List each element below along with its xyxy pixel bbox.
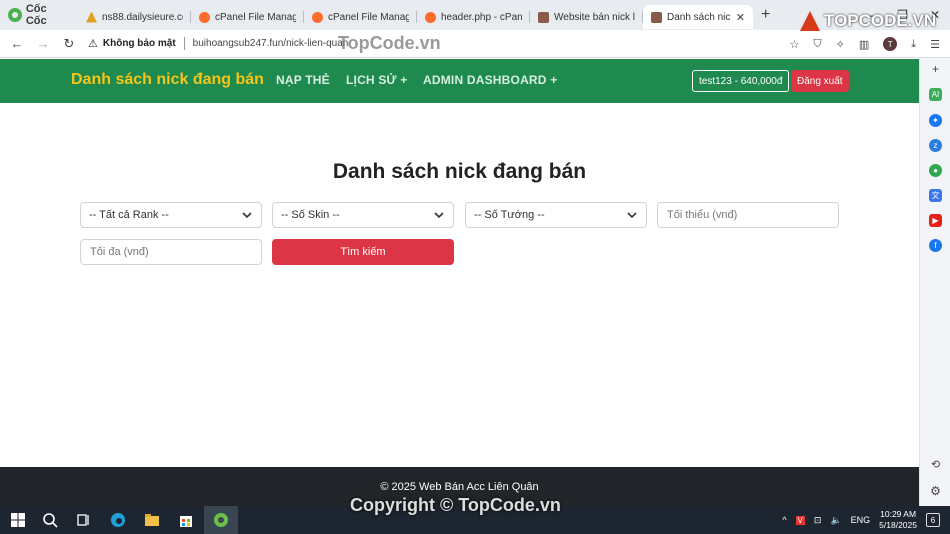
tab-cpanel-1[interactable]: cPanel File Manager	[191, 5, 304, 29]
new-tab-button[interactable]: +	[753, 6, 778, 24]
footer-text: © 2025 Web Bán Acc Liên Quân	[380, 480, 539, 493]
site-navbar: Danh sách nick đang bán NẠP THẺ LỊCH SỬ …	[0, 59, 919, 103]
rank-select[interactable]: -- Tất cả Rank --	[80, 202, 262, 228]
warning-icon[interactable]: ⚠	[88, 37, 98, 50]
language-indicator[interactable]: ENG	[851, 515, 871, 525]
translate-icon[interactable]: 文	[929, 189, 942, 202]
tab-title: cPanel File Manager	[328, 11, 409, 23]
antivirus-icon[interactable]: V	[795, 515, 805, 525]
settings-gear-icon[interactable]: ⚙	[929, 484, 942, 498]
task-view-icon[interactable]	[76, 512, 92, 528]
topcode-logo-icon	[800, 11, 820, 31]
web-page: Danh sách nick đang bán NẠP THẺ LỊCH SỬ …	[0, 59, 919, 506]
tab-title: Website bán nick liê	[554, 11, 635, 23]
coccoc-logo-icon	[8, 8, 22, 22]
watermark-bottom: Copyright © TopCode.vn	[350, 495, 561, 515]
tab-title: cPanel File Manager	[215, 11, 296, 23]
site-brand[interactable]: Danh sách nick đang bán	[71, 71, 264, 89]
cpanel-favicon-icon	[425, 11, 436, 23]
screen: Cốc Cốc ns88.dailysieure.com cPanel File…	[0, 0, 950, 534]
store-icon[interactable]	[178, 512, 194, 528]
topcode-logo-text: TOPCODE.VN	[824, 11, 937, 30]
tab-title: header.php - cPanel	[441, 11, 522, 23]
clock-time: 10:29 AM	[880, 509, 917, 519]
address-bar: ← → ↻ ⚠ Không bảo mật buihoangsub247.fun…	[0, 30, 950, 58]
tab-cpanel-2[interactable]: cPanel File Manager	[304, 5, 417, 29]
system-tray: ^ V ⊡ 🔈 ENG 10:29 AM 5/18/2025 6	[782, 506, 940, 534]
volume-icon[interactable]: 🔈	[830, 515, 841, 526]
user-balance-badge[interactable]: test123 - 640,000đ	[692, 70, 790, 92]
site-favicon-icon	[651, 11, 662, 23]
youtube-icon[interactable]: ▶	[929, 214, 942, 227]
hero-select[interactable]: -- Số Tướng --	[465, 202, 647, 228]
max-price-input[interactable]: Tối đa (vnđ)	[80, 239, 262, 265]
tab-title: ns88.dailysieure.com	[102, 11, 183, 23]
cpanel-favicon-icon	[199, 11, 210, 23]
facebook-icon[interactable]: f	[929, 239, 942, 252]
extensions-icon[interactable]: ✧	[836, 38, 845, 51]
back-icon[interactable]: ←	[4, 36, 30, 51]
sidebar-toggle-icon[interactable]: ▥	[859, 38, 869, 51]
shield-icon[interactable]: ⛉	[813, 38, 821, 51]
hero-select-value: -- Số Tướng --	[474, 209, 545, 221]
search-button[interactable]: Tìm kiếm	[272, 239, 454, 265]
coccoc-taskbar-item[interactable]	[204, 506, 238, 534]
tab-title: Danh sách nick	[667, 11, 731, 23]
browser-brand-label: Cốc Cốc	[25, 3, 47, 27]
nav-link-nap-the[interactable]: NẠP THẺ	[276, 73, 330, 87]
search-icon[interactable]	[42, 512, 58, 528]
watermark-top: TopCode.vn	[338, 33, 441, 53]
reload-icon[interactable]: ↻	[56, 36, 82, 52]
logout-button[interactable]: Đăng xuất	[791, 70, 849, 92]
tray-chevron-up-icon[interactable]: ^	[782, 515, 786, 525]
skin-select[interactable]: -- Số Skin --	[272, 202, 454, 228]
game-icon[interactable]: ●	[929, 164, 942, 177]
nav-link-admin-dashboard[interactable]: ADMIN DASHBOARD +	[423, 73, 557, 87]
tab-ns88[interactable]: ns88.dailysieure.com	[78, 5, 191, 29]
file-explorer-icon[interactable]	[144, 512, 160, 528]
history-icon[interactable]: ⟲	[929, 458, 942, 471]
tab-website[interactable]: Website bán nick liê	[530, 5, 643, 29]
edge-browser-icon[interactable]	[110, 512, 126, 528]
profile-avatar[interactable]: T	[883, 37, 898, 51]
download-icon[interactable]: ⤓	[911, 38, 916, 51]
messenger-icon[interactable]: ✦	[929, 114, 942, 127]
clock-date: 5/18/2025	[879, 520, 917, 530]
browser-right-sidebar: + AI ✦ z ● 文 ▶ f ⟲ ⚙	[919, 58, 950, 506]
divider	[183, 37, 185, 50]
coccoc-icon	[214, 513, 228, 527]
page-title: Danh sách nick đang bán	[332, 160, 587, 183]
chevron-down-icon	[242, 212, 252, 219]
max-price-placeholder: Tối đa (vnđ)	[90, 246, 149, 258]
url-text[interactable]: buihoangsub247.fun/nick-lien-quan	[193, 38, 349, 49]
min-price-placeholder: Tối thiểu (vnđ)	[667, 209, 738, 221]
min-price-input[interactable]: Tối thiểu (vnđ)	[657, 202, 839, 228]
chevron-down-icon	[434, 212, 444, 219]
forward-icon[interactable]: →	[30, 36, 56, 51]
nav-link-lich-su[interactable]: LỊCH SỬ +	[346, 73, 407, 87]
notification-center-icon[interactable]: 6	[926, 513, 940, 527]
cpanel-favicon-icon	[312, 11, 323, 23]
clock[interactable]: 10:29 AM 5/18/2025	[879, 509, 917, 531]
security-label: Không bảo mật	[102, 38, 176, 49]
rank-select-value: -- Tất cả Rank --	[89, 209, 169, 221]
menu-icon[interactable]: ☰	[930, 38, 940, 51]
tab-header-php[interactable]: header.php - cPanel	[417, 5, 530, 29]
topcode-logo: TOPCODE.VN	[800, 11, 936, 31]
chevron-down-icon	[627, 212, 637, 219]
ai-assistant-icon[interactable]: AI	[929, 88, 942, 101]
skin-select-value: -- Số Skin --	[281, 209, 340, 221]
toolbar-icons: ☆ ⛉ ✧ ▥ T ⤓ ☰	[790, 30, 940, 58]
network-icon[interactable]: ⊡	[814, 515, 822, 526]
ns-favicon-icon	[86, 11, 97, 23]
add-icon[interactable]: +	[929, 62, 942, 76]
browser-brand[interactable]: Cốc Cốc	[0, 0, 78, 30]
site-favicon-icon	[538, 11, 549, 23]
windows-start-icon[interactable]	[10, 512, 26, 528]
close-tab-icon[interactable]: ✕	[736, 11, 745, 24]
zalo-icon[interactable]: z	[929, 139, 942, 152]
tab-active[interactable]: Danh sách nick ✕	[643, 5, 753, 29]
bookmark-star-icon[interactable]: ☆	[790, 38, 800, 51]
